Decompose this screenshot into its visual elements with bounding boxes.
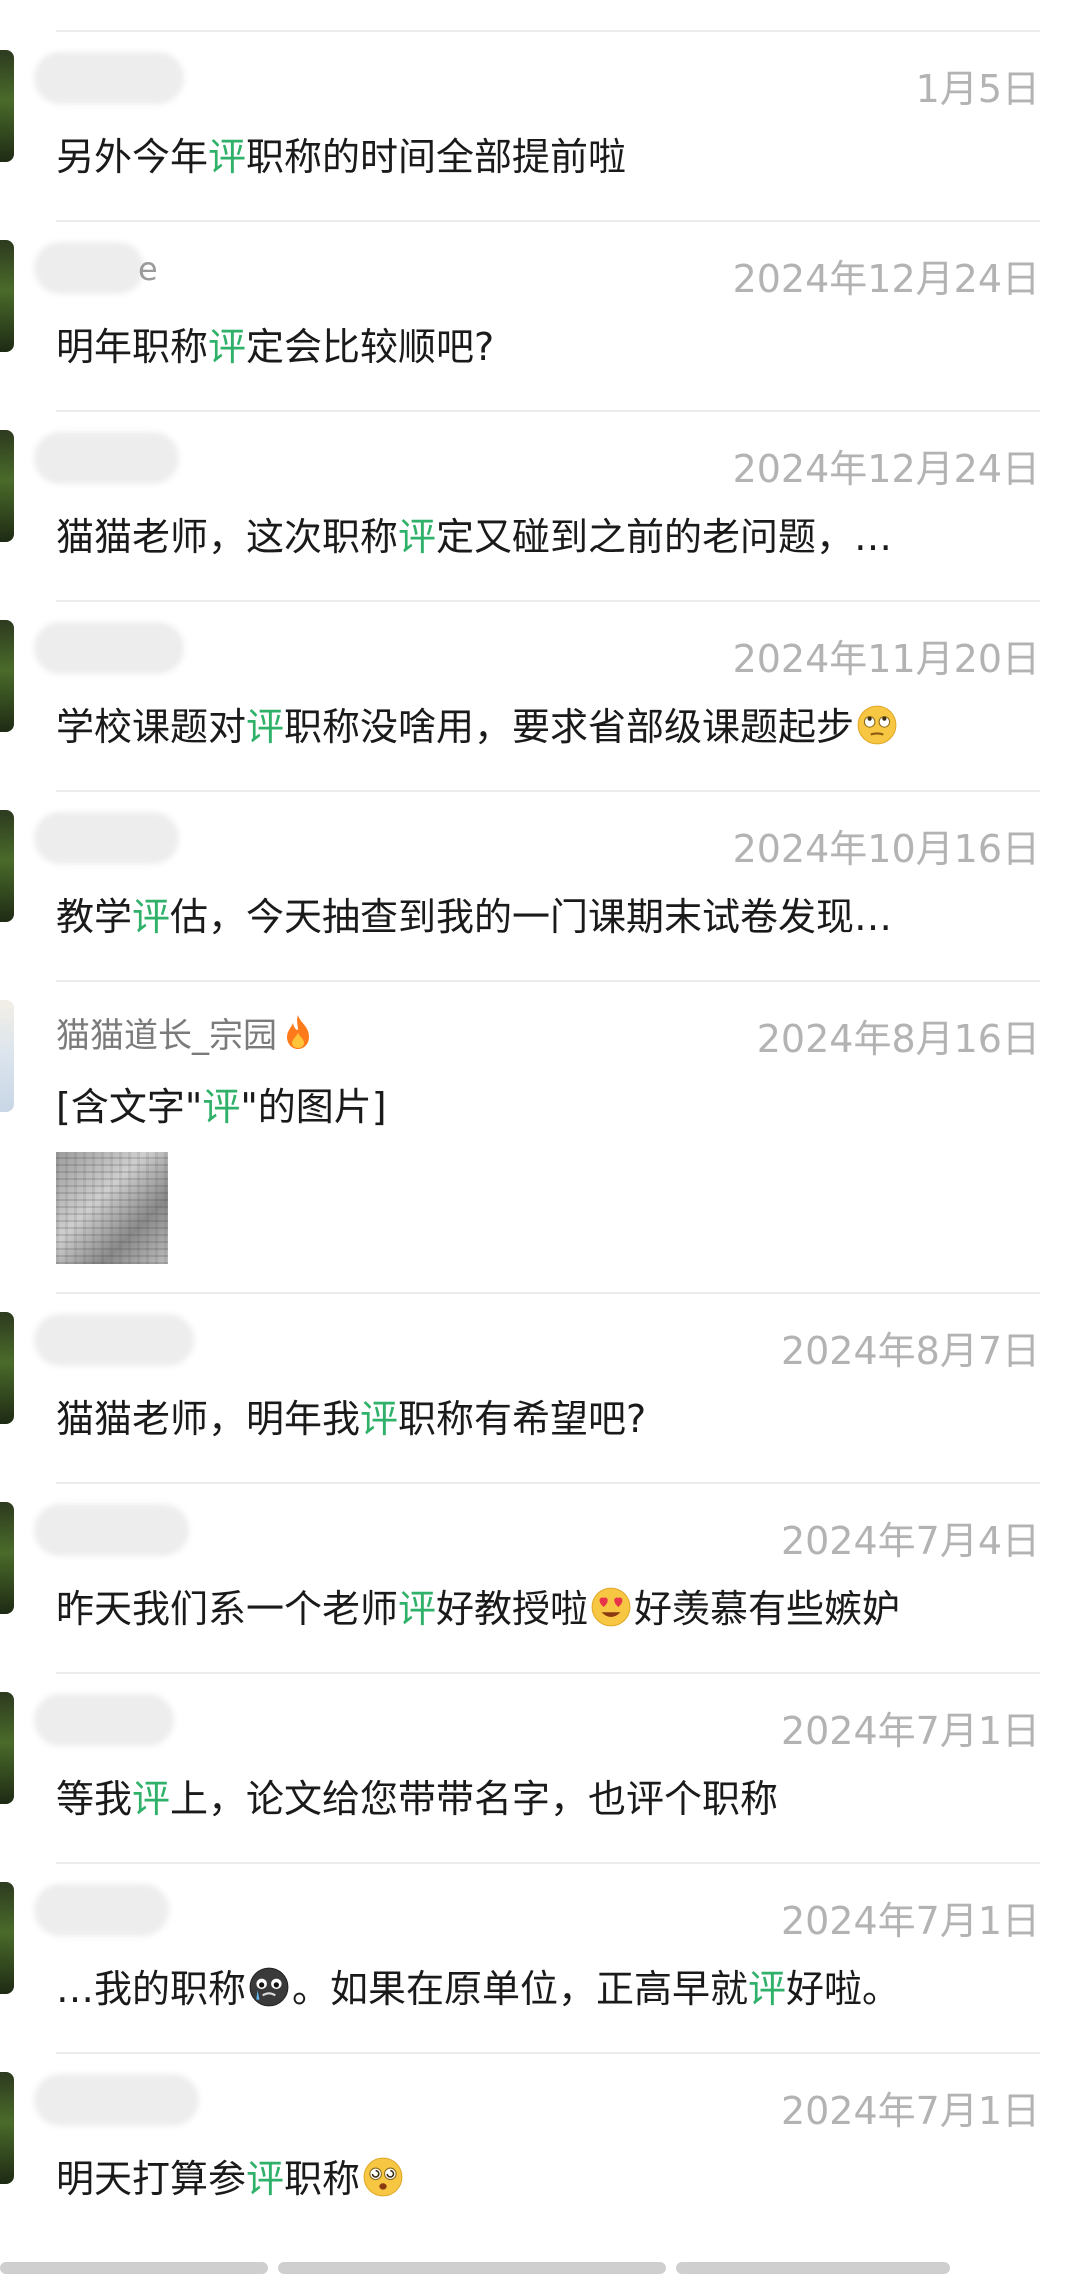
fire-icon — [287, 1015, 309, 1049]
rolling-eyes-emoji-icon — [857, 705, 897, 745]
keyword-highlight: 评 — [132, 1777, 171, 1821]
keyword-highlight: 评 — [398, 515, 437, 559]
result-message: 昨天我们系一个老师评好教授啦 好羡慕有些嫉妒 — [56, 1587, 901, 1631]
username-blurred — [34, 1884, 169, 1936]
result-item[interactable]: 2024年8月7日 猫猫老师，明年我评职称有希望吧? — [0, 1294, 1080, 1484]
result-date: 1月5日 — [915, 67, 1040, 111]
avatar[interactable] — [0, 810, 14, 922]
result-item[interactable]: 2024年7月1日 明天打算参评职称 — [0, 2054, 1080, 2244]
avatar[interactable] — [0, 620, 14, 732]
result-date: 2024年12月24日 — [732, 257, 1040, 301]
result-date: 2024年10月16日 — [732, 827, 1040, 871]
result-item[interactable]: 2024年12月24日 猫猫老师，这次职称评定又碰到之前的老问题，… — [0, 412, 1080, 602]
keyword-highlight: 评 — [246, 2157, 285, 2201]
avatar[interactable] — [0, 1502, 14, 1614]
avatar[interactable] — [0, 1882, 14, 1994]
avatar[interactable] — [0, 430, 14, 542]
username: 猫猫道长_宗园 — [56, 1008, 315, 1057]
result-message: 猫猫老师，明年我评职称有希望吧? — [56, 1397, 647, 1441]
result-item[interactable]: 2024年10月16日 教学评估，今天抽查到我的一门课期末试卷发现… — [0, 792, 1080, 982]
keyword-highlight: 评 — [208, 135, 247, 179]
username-blurred — [34, 1694, 174, 1746]
avatar[interactable] — [0, 240, 14, 352]
result-date: 2024年7月1日 — [780, 1709, 1040, 1753]
avatar[interactable] — [0, 50, 14, 162]
scroll-segment — [676, 2262, 950, 2274]
username-blurred — [34, 432, 179, 484]
avatar[interactable] — [0, 2072, 14, 2184]
heart-eyes-emoji-icon — [591, 1587, 631, 1627]
keyword-highlight: 评 — [360, 1397, 399, 1441]
keyword-highlight: 评 — [132, 895, 171, 939]
keyword-highlight: 评 — [748, 1967, 787, 2011]
result-message: 教学评估，今天抽查到我的一门课期末试卷发现… — [56, 895, 893, 939]
result-item[interactable]: 2024年7月1日 …我的职称 。如果在原单位，正高早就评好啦。 — [0, 1864, 1080, 2054]
keyword-highlight: 评 — [398, 1587, 437, 1631]
result-date: 2024年7月4日 — [780, 1519, 1040, 1563]
avatar[interactable] — [0, 1312, 14, 1424]
username-fragment: e — [138, 250, 158, 288]
result-message: 明年职称评定会比较顺吧? — [56, 325, 495, 369]
result-item[interactable]: 1月5日 另外今年评职称的时间全部提前啦 — [0, 32, 1080, 222]
username-blurred — [34, 1314, 194, 1366]
username-blurred — [34, 2074, 199, 2126]
result-date: 2024年8月7日 — [780, 1329, 1040, 1373]
dizzy-face-emoji-icon — [363, 2157, 403, 2197]
result-message: …我的职称 。如果在原单位，正高早就评好啦。 — [56, 1967, 901, 2011]
username-blurred — [34, 622, 184, 674]
result-date: 2024年7月1日 — [780, 1899, 1040, 1943]
horizontal-scroll-indicator[interactable] — [0, 2262, 1080, 2278]
result-message: 等我评上，论文给您带带名字，也评个职称 — [56, 1777, 779, 1821]
result-date: 2024年7月1日 — [780, 2089, 1040, 2133]
username-blurred — [34, 242, 144, 294]
result-message: 猫猫老师，这次职称评定又碰到之前的老问题，… — [56, 515, 893, 559]
result-message: [含文字"评"的图片] — [56, 1085, 387, 1129]
result-item[interactable]: 猫猫道长_宗园 2024年8月16日 [含文字"评"的图片] — [0, 982, 1080, 1294]
username-blurred — [34, 812, 179, 864]
keyword-highlight: 评 — [246, 705, 285, 749]
result-message: 另外今年评职称的时间全部提前啦 — [56, 135, 627, 179]
result-message: 学校课题对评职称没啥用，要求省部级课题起步 — [56, 696, 900, 751]
avatar[interactable] — [0, 1692, 14, 1804]
result-date: 2024年11月20日 — [732, 637, 1040, 681]
result-item[interactable]: 2024年7月4日 昨天我们系一个老师评好教授啦 好羡慕有些嫉妒 — [0, 1484, 1080, 1674]
crying-face-emoji-icon — [249, 1967, 289, 2007]
username-blurred — [34, 52, 184, 104]
result-date: 2024年12月24日 — [732, 447, 1040, 491]
result-item[interactable]: 2024年7月1日 等我评上，论文给您带带名字，也评个职称 — [0, 1674, 1080, 1864]
result-date: 2024年8月16日 — [756, 1017, 1040, 1061]
result-message: 明天打算参评职称 — [56, 2148, 406, 2203]
result-item[interactable]: 2024年11月20日 学校课题对评职称没啥用，要求省部级课题起步 — [0, 602, 1080, 792]
keyword-highlight: 评 — [208, 325, 247, 369]
scroll-segment — [0, 2262, 268, 2274]
username-blurred — [34, 1504, 189, 1556]
keyword-highlight: 评 — [202, 1085, 241, 1129]
avatar[interactable] — [0, 1000, 14, 1112]
image-thumbnail[interactable] — [56, 1152, 168, 1264]
result-item[interactable]: e 2024年12月24日 明年职称评定会比较顺吧? — [0, 222, 1080, 412]
scroll-segment — [278, 2262, 666, 2274]
